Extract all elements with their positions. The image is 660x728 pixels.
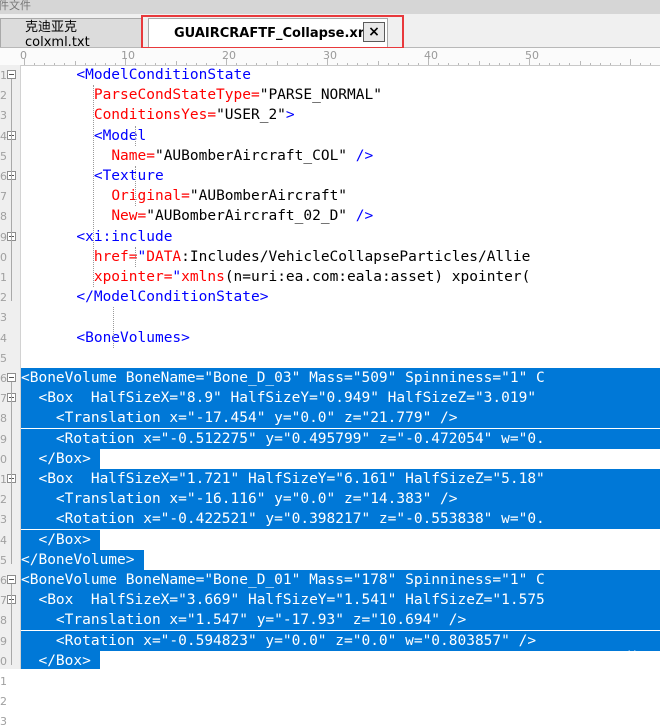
watermark: l 蓝天 [614, 649, 656, 668]
line-number: 3 [0, 109, 7, 123]
line-number: 9 [0, 432, 7, 446]
indent-guide [135, 125, 136, 146]
window-title: 件文件 [0, 0, 31, 12]
code-line[interactable]: <Translation x="-17.454" y="0.0" z="21.7… [21, 408, 660, 429]
code-line[interactable]: <BoneVolume BoneName="Bone_D_01" Mass="1… [21, 570, 660, 590]
line-number: 1 [0, 675, 7, 688]
line-number: 3 [0, 311, 7, 325]
line-number: 4 [0, 129, 7, 143]
code-line[interactable]: Name="AUBomberAircraft_COL" /> [24, 146, 373, 166]
line-number: 2 [0, 695, 7, 709]
code-line[interactable]: </Box> [21, 529, 100, 550]
code-line[interactable]: <Rotation x="-0.594823" y="0.0" z="0.0" … [21, 630, 660, 651]
code-line[interactable]: Original="AUBomberAircraft" [24, 186, 347, 206]
line-number: 9 [0, 634, 7, 648]
tab-guaircraftf-collapse-xml[interactable]: GUAIRCRAFTF_Collapse.xml [148, 18, 388, 47]
line-number: 3 [0, 513, 7, 527]
line-number: 1 [0, 271, 7, 284]
code-line[interactable]: href="DATA:Includes/VehicleCollapseParti… [24, 247, 531, 267]
fold-toggle[interactable] [7, 70, 16, 79]
line-number: 1 [0, 473, 7, 486]
fold-line [11, 483, 12, 544]
ruler-label: 50 [525, 49, 539, 62]
line-number: 2 [0, 89, 7, 103]
line-number: 4 [0, 331, 7, 345]
tab-bar: 克迪亚克colxml.txt GUAIRCRAFTF_Collapse.xml [0, 14, 660, 50]
close-icon: × [368, 24, 380, 40]
code-line[interactable]: <Translation x="-16.116" y="0.0" z="14.3… [21, 489, 660, 510]
close-tab-button[interactable]: × [363, 22, 385, 42]
window-titlebar: 件文件 [0, 0, 660, 14]
code-line[interactable]: <Rotation x="-0.512275" y="0.495799" z="… [21, 428, 660, 449]
line-number: 7 [0, 594, 7, 608]
tab-label: GUAIRCRAFTF_Collapse.xml [174, 25, 376, 41]
line-number: 0 [0, 250, 7, 264]
ruler-label: 20 [222, 49, 236, 62]
indent-guide [113, 307, 114, 348]
fold-toggle[interactable] [7, 575, 16, 584]
code-editor[interactable]: <ModelConditionState ParseCondStateType=… [21, 65, 660, 669]
ruler-label: 10 [121, 49, 135, 62]
line-number: 9 [0, 230, 7, 244]
line-number: 2 [0, 493, 7, 507]
code-line[interactable]: </ModelConditionState> [24, 287, 268, 307]
line-number: 7 [0, 392, 7, 406]
line-number: 8 [0, 614, 7, 628]
line-number: 6 [0, 170, 7, 183]
code-line[interactable]: ConditionsYes="USER_2"> [24, 105, 295, 125]
indent-guide [93, 85, 94, 288]
code-line[interactable]: New="AUBomberAircraft_02_D" /> [24, 206, 373, 226]
fold-line [11, 79, 12, 302]
tab-colxml-txt[interactable]: 克迪亚克colxml.txt [0, 18, 142, 50]
line-number: 8 [0, 412, 7, 426]
code-line[interactable]: </Box> [21, 650, 100, 669]
line-number: 0 [0, 654, 7, 668]
code-line[interactable]: </BoneVolume> [21, 549, 144, 570]
tab-label: 克迪亚克colxml.txt [25, 20, 90, 50]
ruler-label: 40 [424, 49, 438, 62]
line-number: 6 [0, 574, 7, 587]
code-line[interactable]: ParseCondStateType="PARSE_NORMAL" [24, 85, 382, 105]
line-number: 6 [0, 372, 7, 385]
line-number: 7 [0, 190, 7, 204]
line-number: 5 [0, 149, 7, 163]
code-line[interactable]: <BoneVolume BoneName="Bone_D_03" Mass="5… [21, 368, 660, 388]
line-number-gutter: 1 2 3 4 5 6 7 8 9 0 1 2 3 4 5 6 7 8 9 0 1 2 3 4 5 6 7 8 9 0 1 2 3 [0, 65, 21, 728]
code-line[interactable]: <BoneVolumes> [24, 328, 190, 348]
code-line[interactable]: <ModelConditionState [24, 65, 251, 85]
fold-line [11, 402, 12, 463]
code-line[interactable]: <Model [24, 126, 146, 146]
code-line[interactable]: </Box> [21, 448, 100, 469]
line-number: 5 [0, 351, 7, 365]
column-ruler: 0 10 20 30 40 50 [0, 48, 660, 66]
line-number: 1 [0, 69, 7, 82]
ruler-label: 30 [323, 49, 337, 62]
fold-line [11, 604, 12, 665]
code-line[interactable]: <xi:include [24, 227, 172, 247]
line-number: 8 [0, 210, 7, 224]
code-line[interactable]: <Box HalfSizeX="1.721" HalfSizeY="6.161"… [21, 469, 660, 489]
code-line[interactable]: <Box HalfSizeX="8.9" HalfSizeY="0.949" H… [21, 388, 660, 409]
indent-guide [135, 166, 136, 207]
line-number: 2 [0, 291, 7, 305]
line-number: 3 [0, 715, 7, 728]
code-line[interactable]: <Box HalfSizeX="3.669" HalfSizeY="1.541"… [21, 590, 660, 611]
fold-toggle[interactable] [7, 373, 16, 382]
code-line[interactable]: xpointer="xmlns(n=uri:ea.com:eala:asset)… [24, 267, 531, 287]
line-number: 4 [0, 533, 7, 547]
indent-guide [135, 246, 136, 267]
line-number: 5 [0, 553, 7, 567]
code-line[interactable]: <Rotation x="-0.422521" y="0.398217" z="… [21, 509, 660, 530]
line-number: 0 [0, 452, 7, 466]
code-line[interactable]: <Translation x="1.547" y="-17.93" z="10.… [21, 610, 660, 631]
